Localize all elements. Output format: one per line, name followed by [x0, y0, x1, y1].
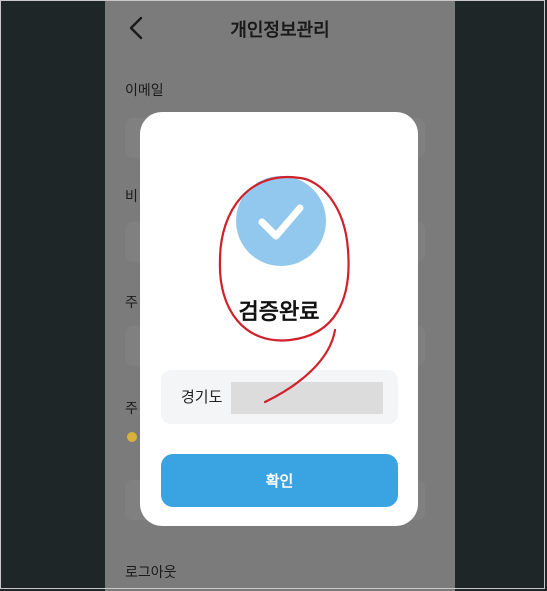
dialog-title: 검증완료: [238, 300, 320, 325]
status-bulb-icon: [127, 432, 137, 442]
verification-dialog: 검증완료 경기도 확인: [140, 112, 418, 526]
check-circle-icon: [236, 176, 326, 266]
email-label: 이메일: [125, 83, 164, 99]
left-backdrop: [0, 0, 105, 591]
right-backdrop: [455, 0, 547, 591]
top-bar: 개인정보관리: [105, 0, 455, 56]
address-status-label: 주: [125, 401, 138, 417]
logout-link[interactable]: 로그아웃: [125, 562, 177, 582]
password-label: 비: [125, 189, 138, 205]
confirm-button[interactable]: 확인: [161, 454, 398, 507]
redacted-address: [231, 382, 383, 414]
address-label: 주: [125, 295, 138, 311]
address-prefix: 경기도: [181, 388, 223, 406]
address-result-box: 경기도: [161, 370, 398, 424]
page-title: 개인정보관리: [230, 20, 330, 41]
